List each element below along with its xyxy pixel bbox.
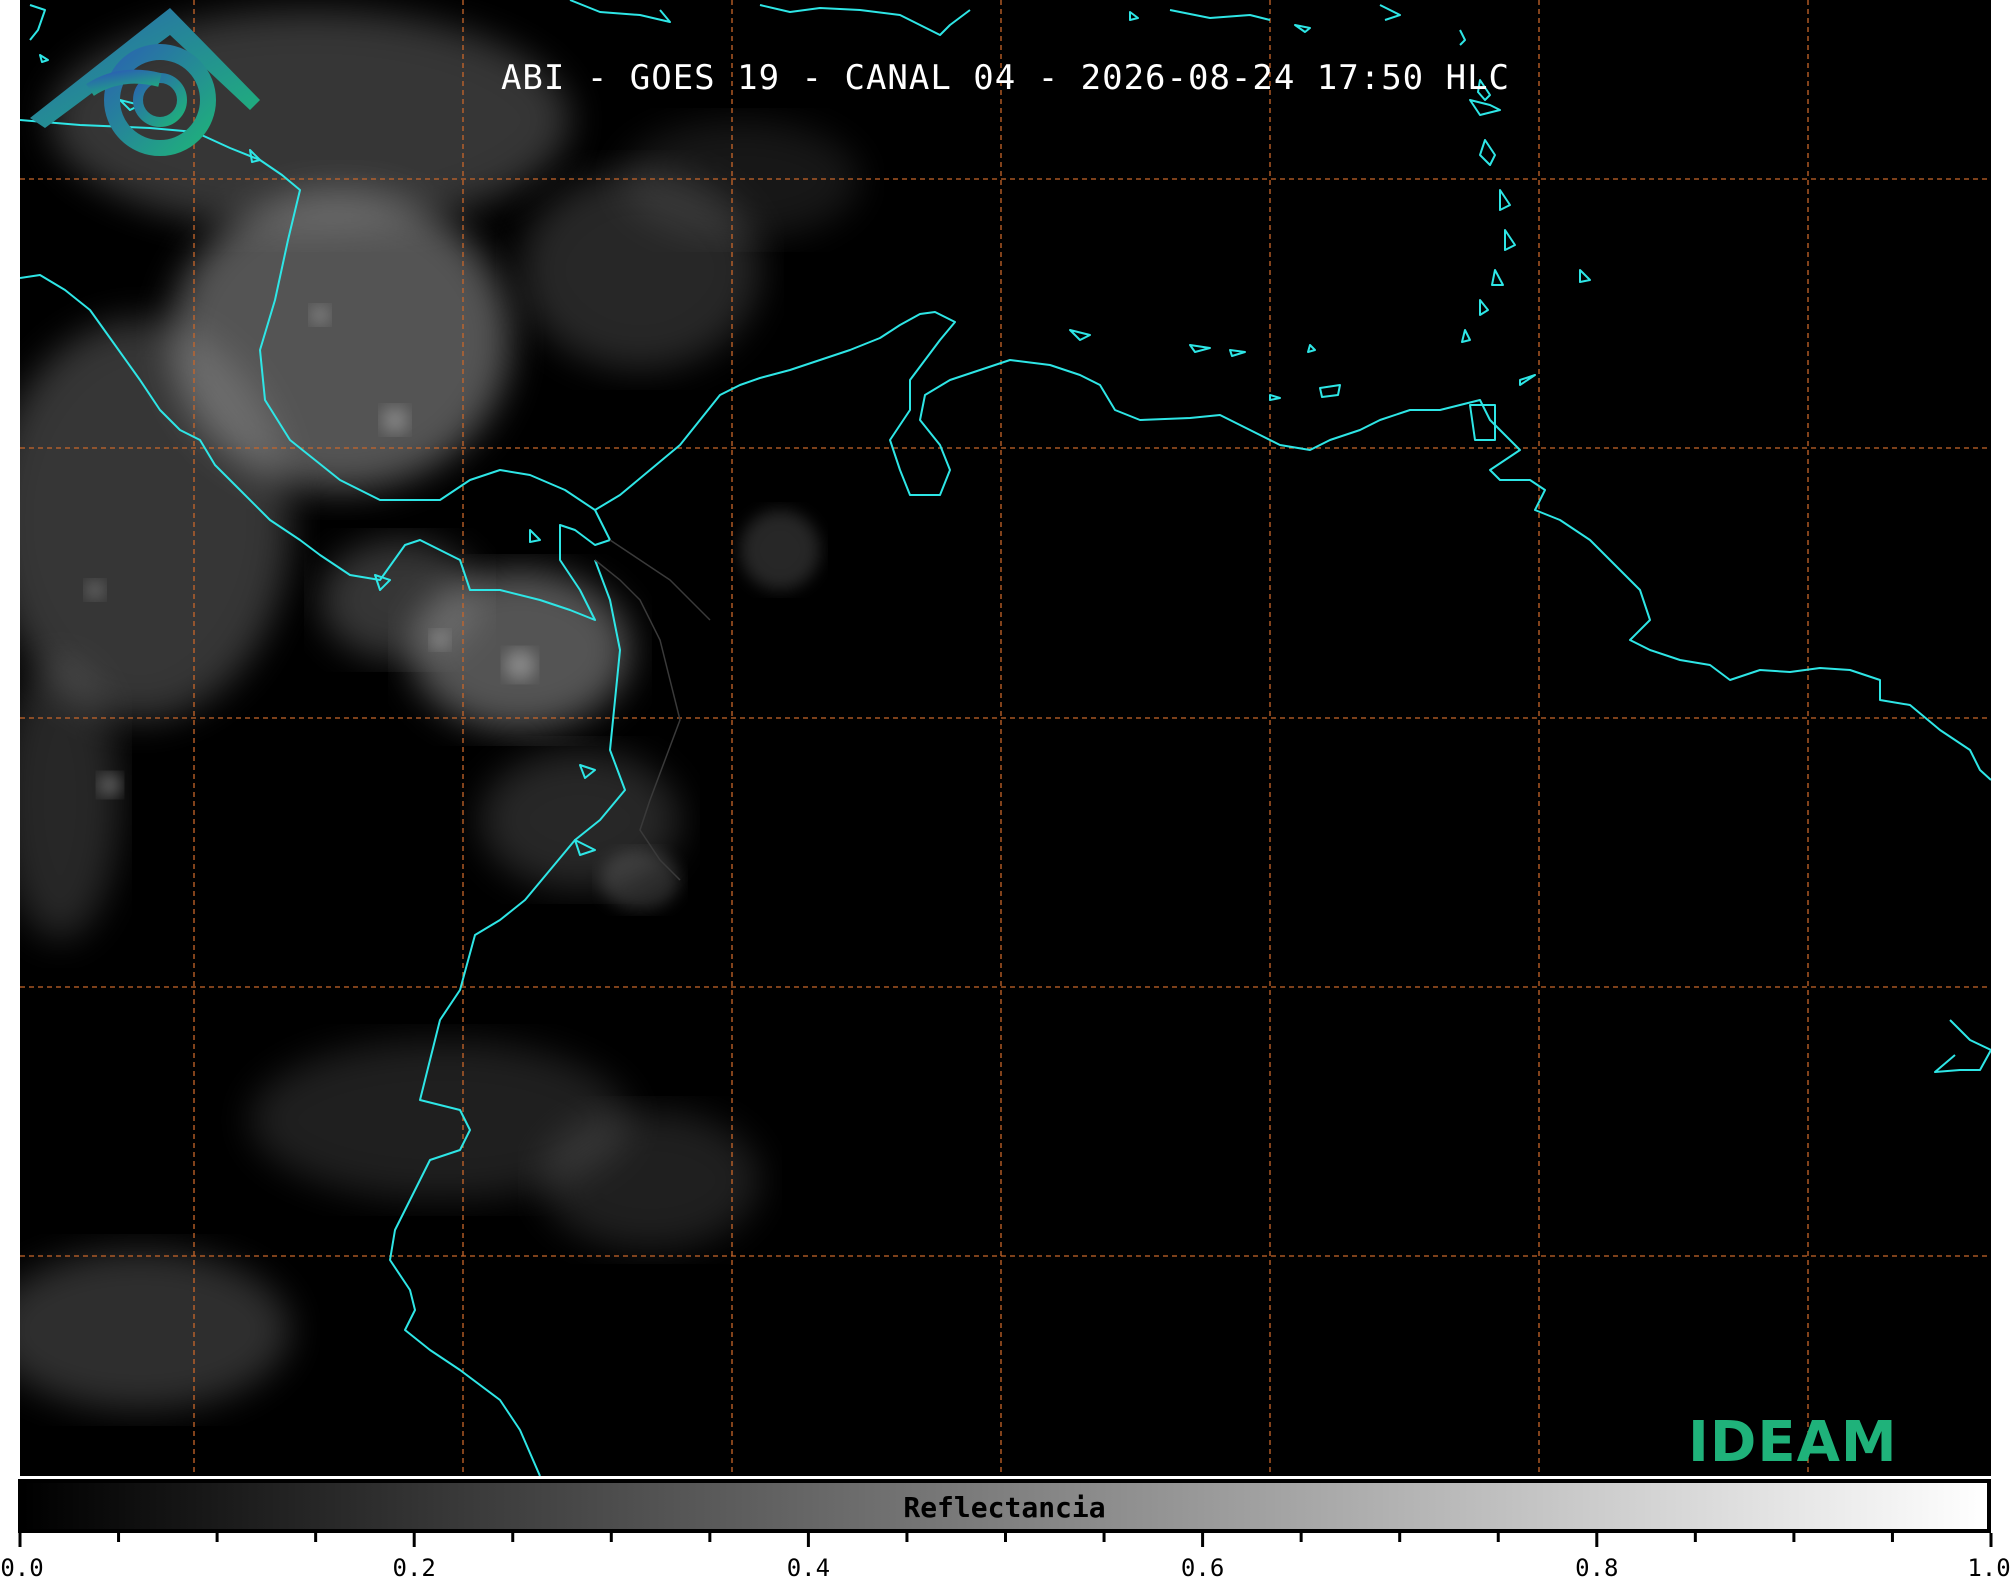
colorbar-tick-label: 0.8 [1575,1554,1619,1582]
colorbar-ticks [18,1533,1993,1547]
colorbar-tick-label: 0.6 [1180,1554,1225,1582]
colorbar-tick-label: 0.2 [392,1554,436,1582]
cloud-cover [20,10,860,1410]
colorbar-tick-label: 0.0 [0,1554,44,1582]
colorbar-label: Reflectancia [903,1491,1106,1524]
colorbar-tick-label: 0.4 [786,1554,831,1582]
image-title: ABI - GOES 19 - CANAL 04 - 2026-08-24 17… [500,58,1511,98]
colorbar-tick-label: 1.0 [1967,1554,2011,1582]
ideam-logo-text: IDEAM [1688,1410,1898,1475]
ideam-logo [30,8,260,156]
colorbar: Reflectancia [18,1479,1991,1533]
satellite-image: ABI - GOES 19 - CANAL 04 - 2026-08-24 17… [20,0,1991,1476]
map-canvas [20,0,1991,1476]
